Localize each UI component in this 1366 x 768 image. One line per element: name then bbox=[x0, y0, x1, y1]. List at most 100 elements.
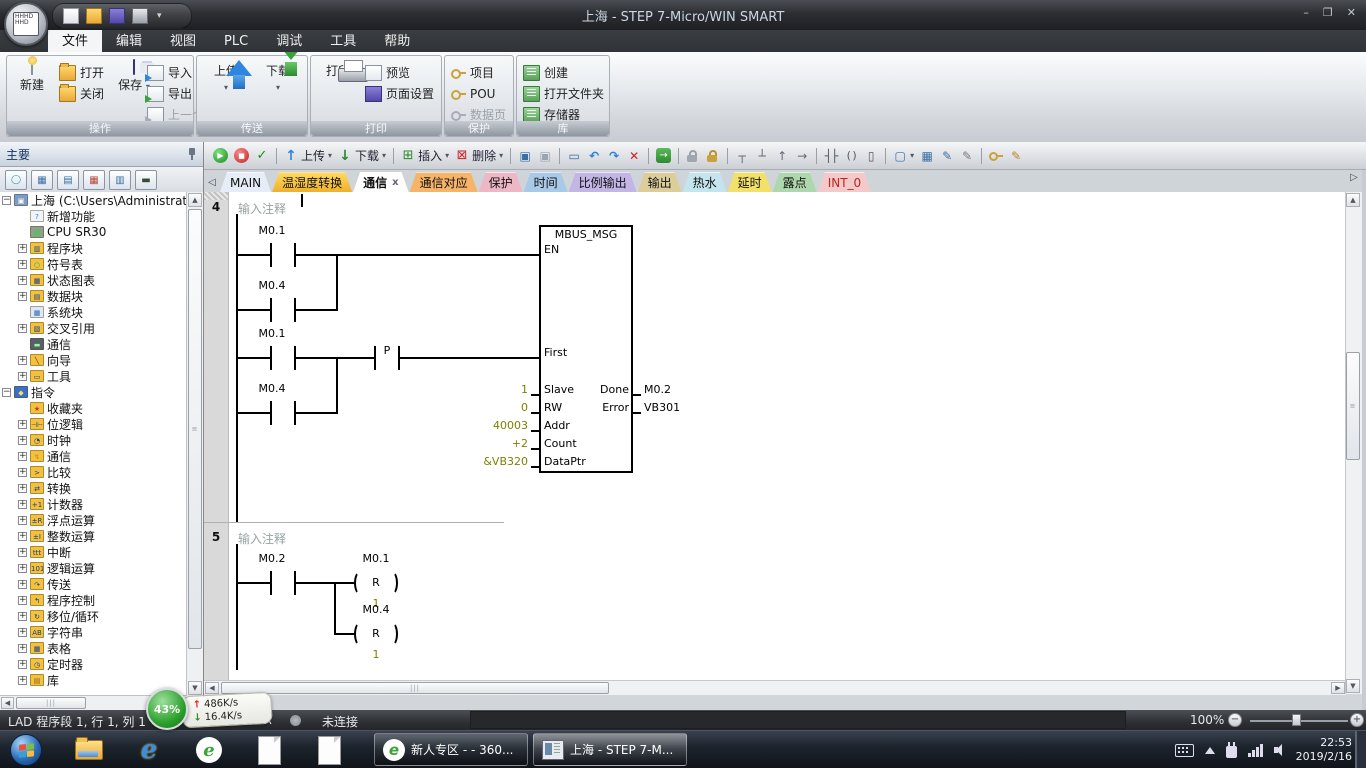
tree-item[interactable]: + ◷ 定时器 bbox=[0, 656, 187, 672]
scroll-thumb[interactable]: ||| bbox=[16, 697, 86, 709]
tree-expander-icon[interactable]: + bbox=[18, 580, 27, 589]
page-setup-button[interactable]: 页面设置 bbox=[365, 83, 434, 104]
delete-icon[interactable]: 删除▾ bbox=[452, 145, 506, 167]
tree-item[interactable]: + ▤ 数据块 bbox=[0, 288, 187, 304]
tree-vertical-scrollbar[interactable]: ▲ ≡ ▼ bbox=[186, 192, 203, 696]
tree-item[interactable]: ▬ 通信 bbox=[0, 336, 187, 352]
pin-value[interactable]: 0 bbox=[444, 401, 528, 414]
menu-view[interactable]: 视图 bbox=[156, 27, 210, 52]
edit-pou-icon[interactable] bbox=[957, 145, 977, 167]
tab-reshui[interactable]: 热水 bbox=[683, 172, 727, 192]
tab-baohu[interactable]: 保护 bbox=[479, 172, 523, 192]
coil-operand[interactable]: M0.4 bbox=[354, 603, 398, 616]
branch-up-icon[interactable] bbox=[752, 145, 772, 167]
key2-icon[interactable] bbox=[986, 145, 1006, 167]
menu-help[interactable]: 帮助 bbox=[370, 27, 424, 52]
document-taskbar-icon[interactable] bbox=[252, 736, 286, 764]
scroll-thumb[interactable]: ≡ bbox=[1346, 352, 1360, 460]
minimize-button[interactable]: – bbox=[1303, 6, 1309, 19]
tree-item[interactable]: − ◆ 指令 bbox=[0, 384, 187, 400]
tree-item[interactable]: + ⇄ 转换 bbox=[0, 480, 187, 496]
contact-operand[interactable]: M0.2 bbox=[250, 552, 294, 565]
tree-expander-icon[interactable]: + bbox=[18, 628, 27, 637]
scroll-thumb[interactable]: ≡ bbox=[188, 209, 202, 649]
network-comment[interactable]: 输入注释 bbox=[238, 530, 286, 547]
nav-symbol-table-icon[interactable] bbox=[5, 170, 27, 190]
tree-item[interactable]: + ◔ 时钟 bbox=[0, 432, 187, 448]
tab-bili-shuchu[interactable]: 比例输出 bbox=[569, 172, 637, 192]
cpu-usage-badge[interactable]: 43% bbox=[146, 688, 188, 730]
wire-right-icon[interactable] bbox=[792, 145, 812, 167]
tree-expander-icon[interactable]: + bbox=[18, 260, 27, 269]
tb-sep[interactable] bbox=[393, 148, 394, 164]
tab-shijian[interactable]: 时间 bbox=[524, 172, 568, 192]
tree-expander-icon[interactable]: + bbox=[18, 468, 27, 477]
lock-icon[interactable] bbox=[683, 145, 703, 167]
tree-item[interactable]: ? 新增功能 bbox=[0, 208, 187, 224]
table-icon[interactable] bbox=[917, 145, 937, 167]
print-button[interactable]: 打印 bbox=[315, 60, 361, 79]
tree-expander-icon[interactable]: + bbox=[18, 244, 27, 253]
create-library-button[interactable]: 创建 bbox=[523, 62, 604, 83]
edit-table-icon[interactable] bbox=[937, 145, 957, 167]
comment-icon[interactable] bbox=[564, 145, 584, 167]
contact-operand[interactable]: M0.1 bbox=[250, 224, 294, 237]
tab-int0[interactable]: INT_0 bbox=[818, 172, 871, 192]
tab-main[interactable]: MAIN bbox=[220, 172, 271, 192]
network2-icon[interactable] bbox=[535, 145, 555, 167]
run-icon[interactable] bbox=[210, 145, 231, 167]
network-icon[interactable] bbox=[515, 145, 535, 167]
internet-explorer-taskbar-icon[interactable]: e bbox=[132, 736, 166, 764]
tree-item[interactable]: + 101 逻辑运算 bbox=[0, 560, 187, 576]
network-signal-icon[interactable] bbox=[1248, 744, 1263, 757]
new-button[interactable]: 新建 bbox=[9, 60, 55, 93]
tb-sep[interactable] bbox=[981, 148, 982, 164]
undo-icon[interactable] bbox=[584, 145, 604, 167]
open-library-folder-button[interactable]: 打开文件夹 bbox=[523, 83, 604, 104]
compile-icon[interactable] bbox=[252, 145, 272, 167]
open-button[interactable]: 打开 bbox=[59, 62, 104, 83]
start-button[interactable] bbox=[10, 734, 42, 766]
tb-sep[interactable] bbox=[885, 148, 886, 164]
download-icon[interactable]: 下载▾ bbox=[335, 145, 389, 167]
tree-item[interactable]: + ↯ 通信 bbox=[0, 448, 187, 464]
tree-item[interactable]: + AB 字符串 bbox=[0, 624, 187, 640]
tab-tongxin[interactable]: 通信 x bbox=[353, 172, 408, 192]
explorer-taskbar-icon[interactable] bbox=[72, 736, 106, 764]
tb-sep[interactable] bbox=[648, 148, 649, 164]
scroll-thumb[interactable]: ||| bbox=[221, 682, 609, 694]
pin-value[interactable]: 1 bbox=[444, 383, 528, 396]
upload-icon[interactable]: 上传▾ bbox=[281, 145, 335, 167]
tree-item[interactable]: + ▧ 交叉引用 bbox=[0, 320, 187, 336]
tree-expander-icon[interactable]: + bbox=[18, 596, 27, 605]
tree-expander-icon[interactable]: + bbox=[18, 516, 27, 525]
tree-expander-icon[interactable]: − bbox=[2, 388, 11, 397]
menu-debug[interactable]: 调试 bbox=[262, 27, 316, 52]
tb-sep[interactable] bbox=[727, 148, 728, 164]
power-icon[interactable] bbox=[1226, 746, 1237, 758]
zoom-out-button[interactable]: − bbox=[1228, 713, 1242, 727]
tb-sep[interactable] bbox=[510, 148, 511, 164]
branch-down-icon[interactable] bbox=[732, 145, 752, 167]
ladder-editor[interactable]: 4 输入注释 M0.1 M0.4 M0.1 P M0.4 MBUS_MSG EN… bbox=[204, 192, 1346, 680]
tree-item[interactable]: + ○ 符号表 bbox=[0, 256, 187, 272]
pin-icon[interactable] bbox=[187, 148, 197, 160]
coil-icon[interactable] bbox=[841, 145, 861, 167]
delnet-icon[interactable] bbox=[624, 145, 644, 167]
tab-scroll-left-icon[interactable] bbox=[204, 172, 220, 192]
tree-item[interactable]: + ▦ 表格 bbox=[0, 640, 187, 656]
tree-expander-icon[interactable]: + bbox=[18, 676, 27, 685]
app-menu-button[interactable]: HHHDHHD bbox=[4, 2, 48, 46]
unlock-icon[interactable] bbox=[703, 145, 723, 167]
scroll-right-icon[interactable]: ▶ bbox=[1331, 682, 1345, 694]
tree-expander-icon[interactable]: + bbox=[18, 564, 27, 573]
tb-sep[interactable] bbox=[816, 148, 817, 164]
tree-item[interactable]: + ↷ 传送 bbox=[0, 576, 187, 592]
pin-value[interactable]: 40003 bbox=[444, 419, 528, 432]
tab-tongxin-duiying[interactable]: 通信对应 bbox=[410, 172, 478, 192]
taskbar-button-360[interactable]: e 新人专区 - - 360... bbox=[374, 733, 528, 766]
tray-expand-icon[interactable] bbox=[1205, 747, 1215, 754]
tag-icon[interactable]: ▾ bbox=[890, 145, 917, 167]
tree-expander-icon[interactable]: + bbox=[18, 612, 27, 621]
coil-count[interactable]: 1 bbox=[354, 648, 398, 661]
